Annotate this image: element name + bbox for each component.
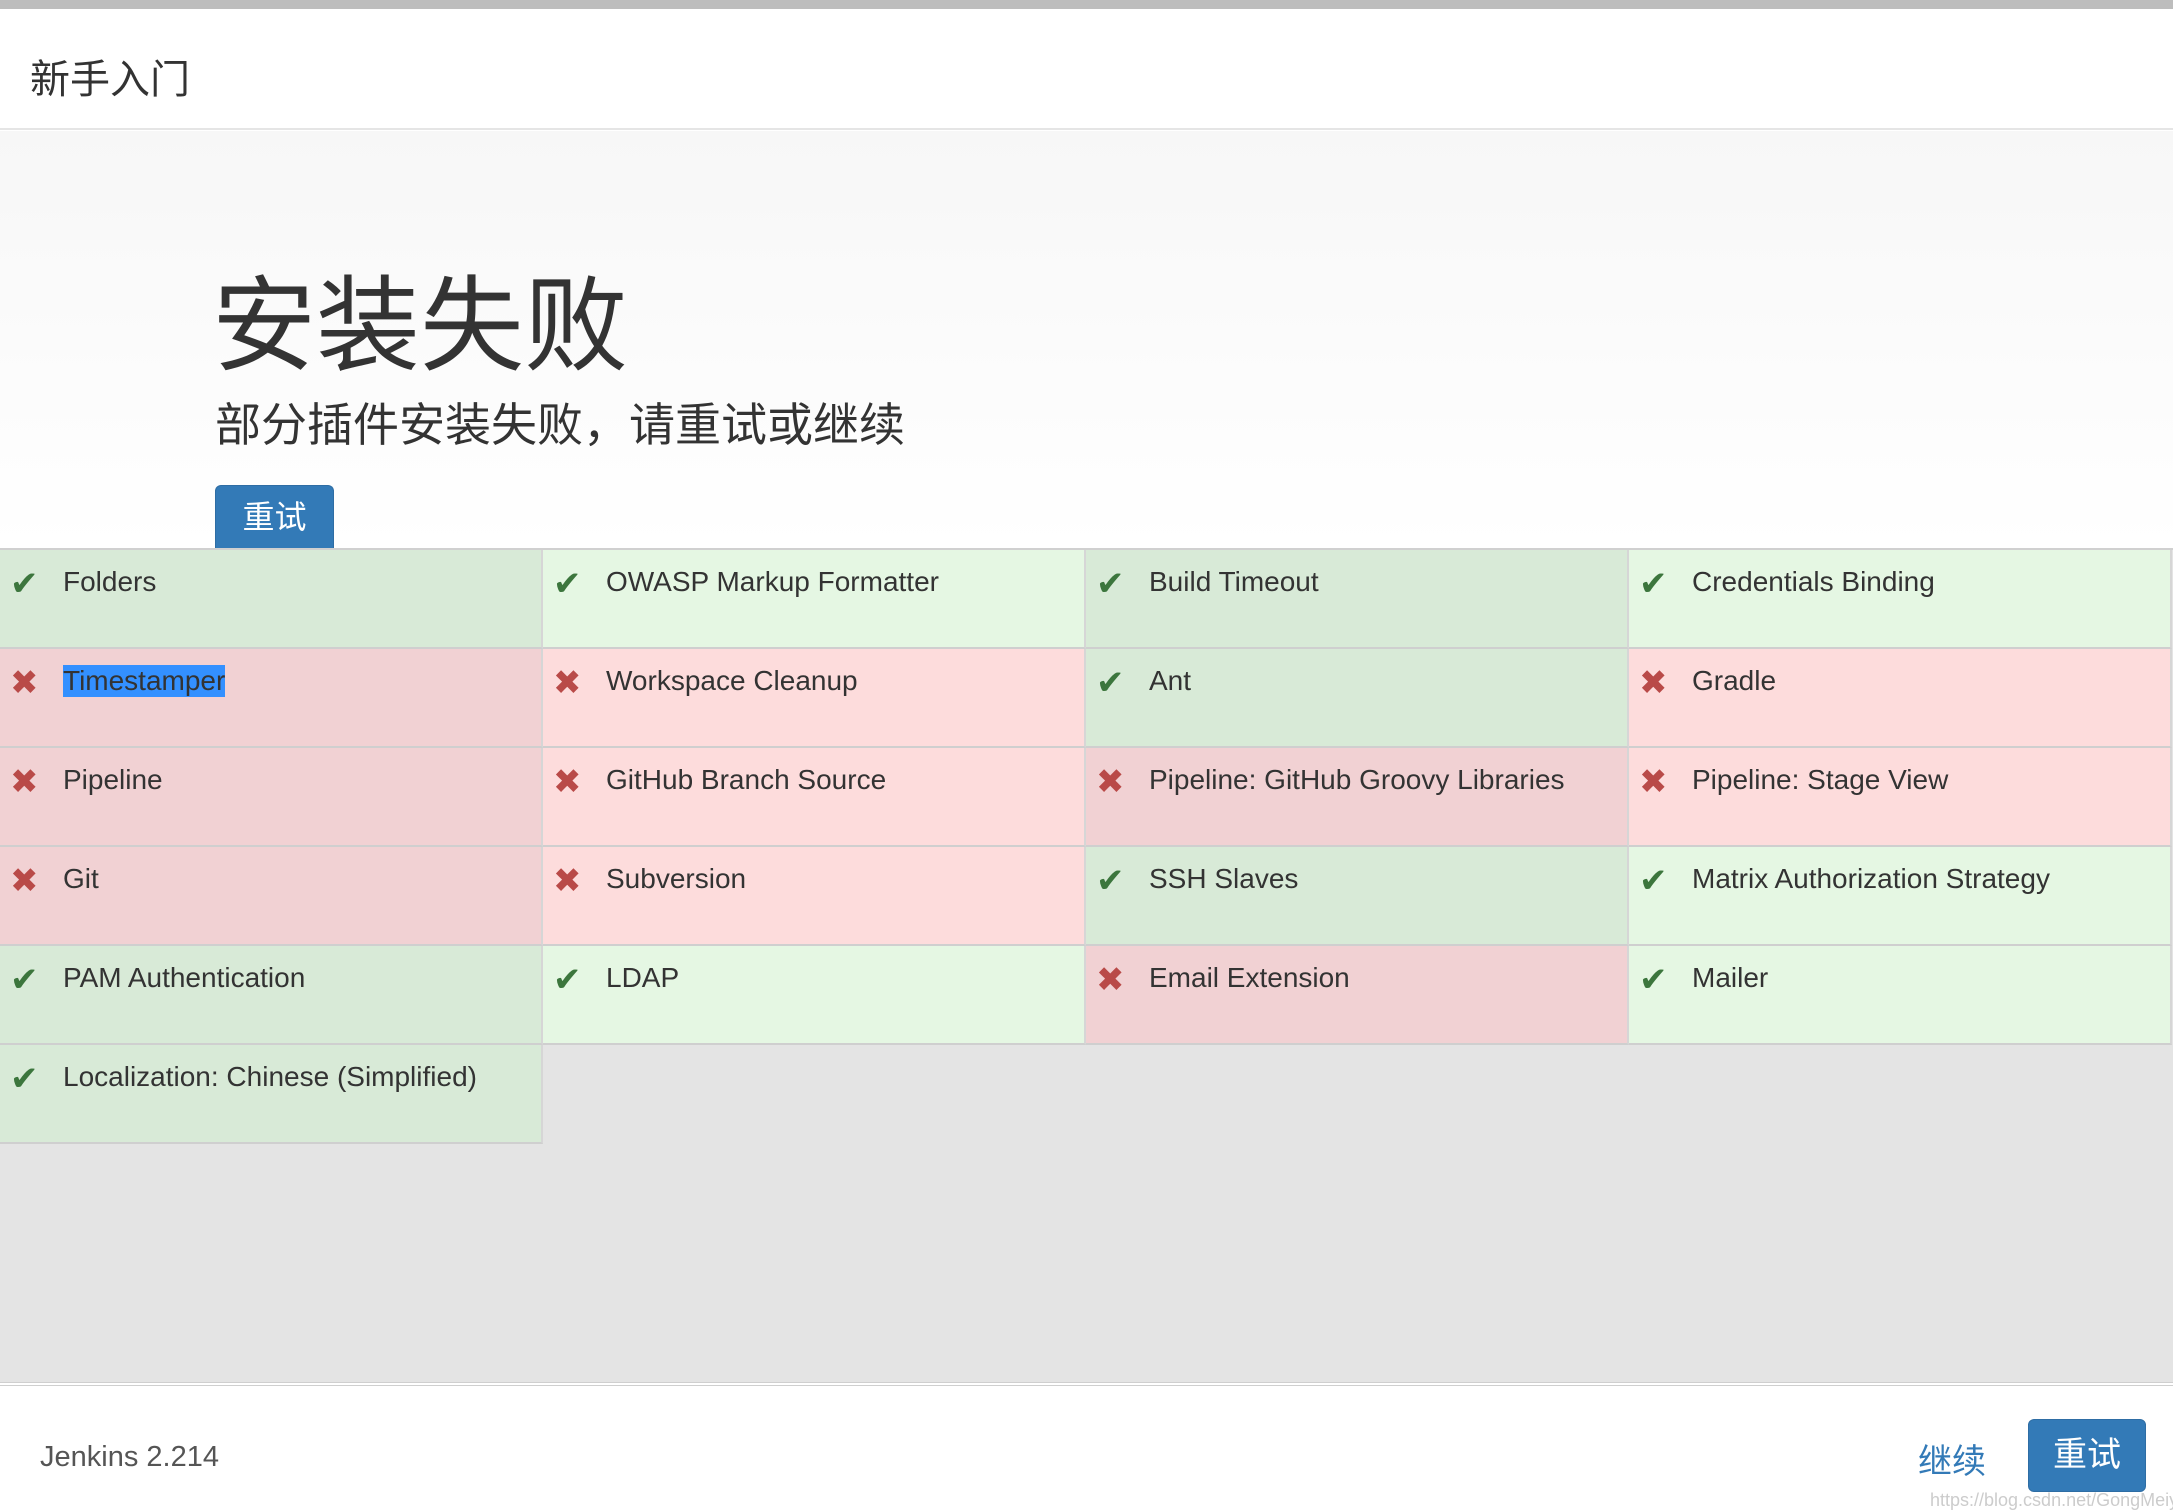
plugin-item: ✔ Ant	[1086, 649, 1629, 748]
window-top-bar	[0, 0, 2173, 9]
plugin-item: ✔ Credentials Binding	[1629, 550, 2172, 649]
plugin-name: Matrix Authorization Strategy	[1692, 863, 2050, 894]
version-label: Jenkins 2.214	[40, 1441, 219, 1473]
watermark: https://blog.csdn.net/GongMeiyan	[1930, 1490, 2173, 1510]
check-icon: ✔	[10, 961, 39, 999]
plugin-name: Subversion	[606, 863, 747, 894]
plugin-item: ✖ Pipeline: GitHub Groovy Libraries	[1086, 748, 1629, 847]
check-icon: ✔	[553, 565, 582, 603]
check-icon: ✔	[1639, 961, 1668, 999]
plugin-name: Pipeline: Stage View	[1692, 764, 1949, 795]
page-title: 安装失败	[212, 269, 629, 385]
plugin-name: Gradle	[1692, 665, 1777, 696]
check-icon: ✔	[1096, 565, 1125, 603]
check-icon: ✔	[1639, 565, 1668, 603]
plugin-item: ✔ Mailer	[1629, 946, 2172, 1045]
check-icon: ✔	[1096, 664, 1125, 702]
check-icon: ✔	[1639, 862, 1668, 900]
plugin-name: Pipeline: GitHub Groovy Libraries	[1149, 764, 1565, 795]
footer-retry-button[interactable]: 重试	[2028, 1419, 2146, 1492]
check-icon: ✔	[10, 565, 39, 603]
dialog-header: 新手入门	[0, 9, 2173, 130]
plugin-name: PAM Authentication	[63, 962, 306, 993]
check-icon: ✔	[10, 1060, 39, 1098]
plugin-item: ✖ Gradle	[1629, 649, 2172, 748]
check-icon: ✔	[553, 961, 582, 999]
x-icon: ✖	[553, 664, 582, 702]
x-icon: ✖	[1096, 763, 1125, 801]
plugin-name: Pipeline	[63, 764, 163, 795]
plugin-name: Credentials Binding	[1692, 566, 1935, 597]
plugin-name: Localization: Chinese (Simplified)	[63, 1061, 477, 1092]
plugin-item: ✔ LDAP	[543, 946, 1086, 1045]
dialog-title: 新手入门	[30, 58, 190, 102]
x-icon: ✖	[1096, 961, 1125, 999]
page-subtitle: 部分插件安装失败，请重试或继续	[215, 399, 905, 451]
plugin-item: ✔ Build Timeout	[1086, 550, 1629, 649]
plugin-item: ✖ Timestamper	[0, 649, 543, 748]
dialog-footer: Jenkins 2.214 继续 重试 https://blog.csdn.ne…	[0, 1382, 2173, 1511]
plugin-name: Email Extension	[1149, 962, 1350, 993]
x-icon: ✖	[553, 862, 582, 900]
plugin-name: Mailer	[1692, 962, 1769, 993]
plugin-status-grid: ✔ Folders ✔ OWASP Markup Formatter ✔ Build Ti…	[0, 548, 2173, 1382]
plugin-item: ✔ Localization: Chinese (Simplified)	[0, 1045, 543, 1144]
x-icon: ✖	[553, 763, 582, 801]
plugin-name: Timestamper	[63, 665, 226, 697]
plugin-item: ✖ Pipeline	[0, 748, 543, 847]
plugin-item: ✖ Email Extension	[1086, 946, 1629, 1045]
plugin-item: ✖ Pipeline: Stage View	[1629, 748, 2172, 847]
plugin-item: ✔ Folders	[0, 550, 543, 649]
plugin-item: ✔ PAM Authentication	[0, 946, 543, 1045]
x-icon: ✖	[10, 763, 39, 801]
plugin-name: Folders	[63, 566, 157, 597]
plugin-item: ✔ SSH Slaves	[1086, 847, 1629, 946]
x-icon: ✖	[10, 664, 39, 702]
plugin-name: Git	[63, 863, 99, 894]
plugin-name: Build Timeout	[1149, 566, 1319, 597]
plugin-item: ✔ Matrix Authorization Strategy	[1629, 847, 2172, 946]
plugin-name: Ant	[1149, 665, 1192, 696]
plugin-name: LDAP	[606, 962, 680, 993]
x-icon: ✖	[1639, 763, 1668, 801]
continue-link[interactable]: 继续	[1918, 1434, 1986, 1483]
x-icon: ✖	[10, 862, 39, 900]
plugin-item: ✖ GitHub Branch Source	[543, 748, 1086, 847]
plugin-name: SSH Slaves	[1149, 863, 1299, 894]
plugin-name: OWASP Markup Formatter	[606, 566, 939, 597]
plugin-item: ✖ Subversion	[543, 847, 1086, 946]
plugin-item: ✖ Git	[0, 847, 543, 946]
plugin-name: GitHub Branch Source	[606, 764, 887, 795]
plugin-name: Workspace Cleanup	[606, 665, 858, 696]
hero-section: 安装失败 部分插件安装失败，请重试或继续 重试	[0, 131, 2173, 548]
retry-button[interactable]: 重试	[215, 485, 334, 548]
plugin-item: ✔ OWASP Markup Formatter	[543, 550, 1086, 649]
x-icon: ✖	[1639, 664, 1668, 702]
plugin-item: ✖ Workspace Cleanup	[543, 649, 1086, 748]
check-icon: ✔	[1096, 862, 1125, 900]
